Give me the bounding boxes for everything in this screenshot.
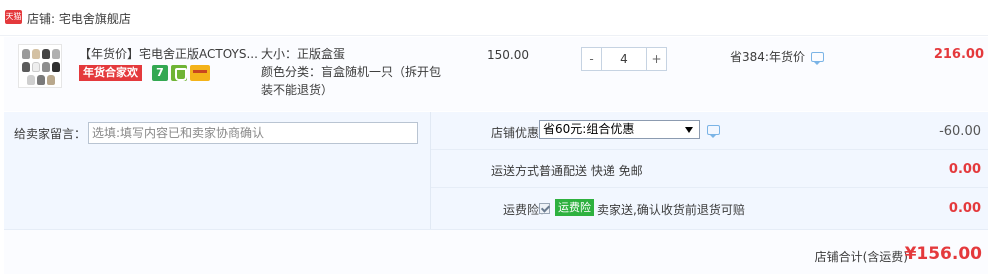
thumb-figure: [32, 49, 40, 59]
thumb-figure: [42, 62, 50, 72]
thumb-figure: [47, 75, 55, 85]
chat-icon[interactable]: [810, 52, 824, 65]
tmall-icon: 天猫: [5, 10, 22, 24]
product-title-link[interactable]: 【年货价】宅电舍正版ACTOYS...: [79, 45, 259, 62]
sku-color-line2: 装不能退货）: [261, 83, 334, 97]
shop-header: 天猫 店铺: 宅电舍旗舰店: [0, 0, 988, 36]
coupon-value: -60.00: [939, 124, 981, 139]
buyer-message-section: 给卖家留言： 选填:填写内容已和卖家协商确认: [4, 112, 430, 229]
shop-total-label: 店铺合计(含运费): [814, 250, 908, 264]
thumb-figure: [37, 75, 45, 85]
card-icon[interactable]: [190, 65, 210, 81]
shipping-value: 0.00: [948, 162, 981, 177]
insurance-checkbox[interactable]: [539, 203, 550, 214]
insurance-text: 卖家送,确认收货前退货可赔: [597, 203, 745, 217]
insurance-tag: 运费险: [555, 199, 594, 216]
quantity-input[interactable]: 4: [602, 48, 646, 70]
sku-color-line1: 颜色分类：盲盒随机一只（拆开包: [261, 65, 442, 79]
coupon-selected-value: 省60元:组合优惠: [543, 122, 635, 136]
discount-text: 省384:年货价: [730, 50, 805, 64]
order-options-section: 店铺优惠： 省60元:组合优惠 -60.00 运送方式： 普通配送 快递 免邮 …: [430, 112, 988, 229]
quantity-stepper: - 4 +: [581, 47, 667, 71]
insurance-value: 0.00: [948, 201, 981, 216]
sku-size: 大小：正版盒蛋: [261, 47, 346, 61]
shop-total-value: ¥156.00: [904, 244, 982, 264]
quantity-decrease-button[interactable]: -: [582, 48, 602, 70]
order-item-section: 【年货价】宅电舍正版ACTOYS... 年货合家欢 7 大小：正版盒蛋 颜色分类…: [4, 37, 988, 111]
quantity-increase-button[interactable]: +: [646, 48, 666, 70]
thumb-figure: [52, 62, 60, 72]
shop-label-prefix: 店铺:: [27, 12, 59, 26]
product-thumbnail[interactable]: [18, 44, 62, 88]
thumb-figure: [22, 62, 30, 72]
promo-tag: 年货合家欢: [79, 65, 142, 81]
buyer-message-label: 给卖家留言：: [14, 127, 87, 141]
thumb-figure: [32, 62, 40, 72]
order-item-row: 【年货价】宅电舍正版ACTOYS... 年货合家欢 7 大小：正版盒蛋 颜色分类…: [4, 37, 988, 111]
shipping-method: 普通配送 快递 免邮: [539, 164, 643, 178]
thumb-figure: [22, 49, 30, 59]
sku-info: 大小：正版盒蛋 颜色分类：盲盒随机一只（拆开包 装不能退货）: [261, 45, 451, 99]
thumb-figure: [42, 49, 50, 59]
thumb-figure: [52, 49, 60, 59]
shipping-row: 运送方式： 普通配送 快递 免邮 0.00: [431, 150, 988, 188]
chat-icon[interactable]: [707, 125, 720, 138]
coupon-select[interactable]: 省60元:组合优惠: [539, 120, 700, 139]
discount-info: 省384:年货价: [730, 48, 824, 65]
seven-day-return-icon[interactable]: 7: [152, 65, 168, 81]
coupon-row: 店铺优惠： 省60元:组合优惠 -60.00: [431, 112, 988, 150]
buyer-message-input[interactable]: 选填:填写内容已和卖家协商确认: [88, 122, 418, 144]
thumb-figure: [27, 75, 35, 85]
guarantee-icon[interactable]: [171, 65, 187, 81]
shop-total-section: 店铺合计(含运费) ¥156.00: [4, 229, 988, 274]
shop-name-link[interactable]: 宅电舍旗舰店: [59, 12, 131, 26]
unit-price: 150.00: [487, 48, 529, 62]
dropdown-arrow-icon: [685, 127, 693, 133]
insurance-row: 运费险： 运费险 卖家送,确认收货前退货可赔 0.00: [431, 189, 988, 227]
item-subtotal: 216.00: [933, 47, 984, 62]
shop-label[interactable]: 店铺: 宅电舍旗舰店: [27, 10, 131, 27]
